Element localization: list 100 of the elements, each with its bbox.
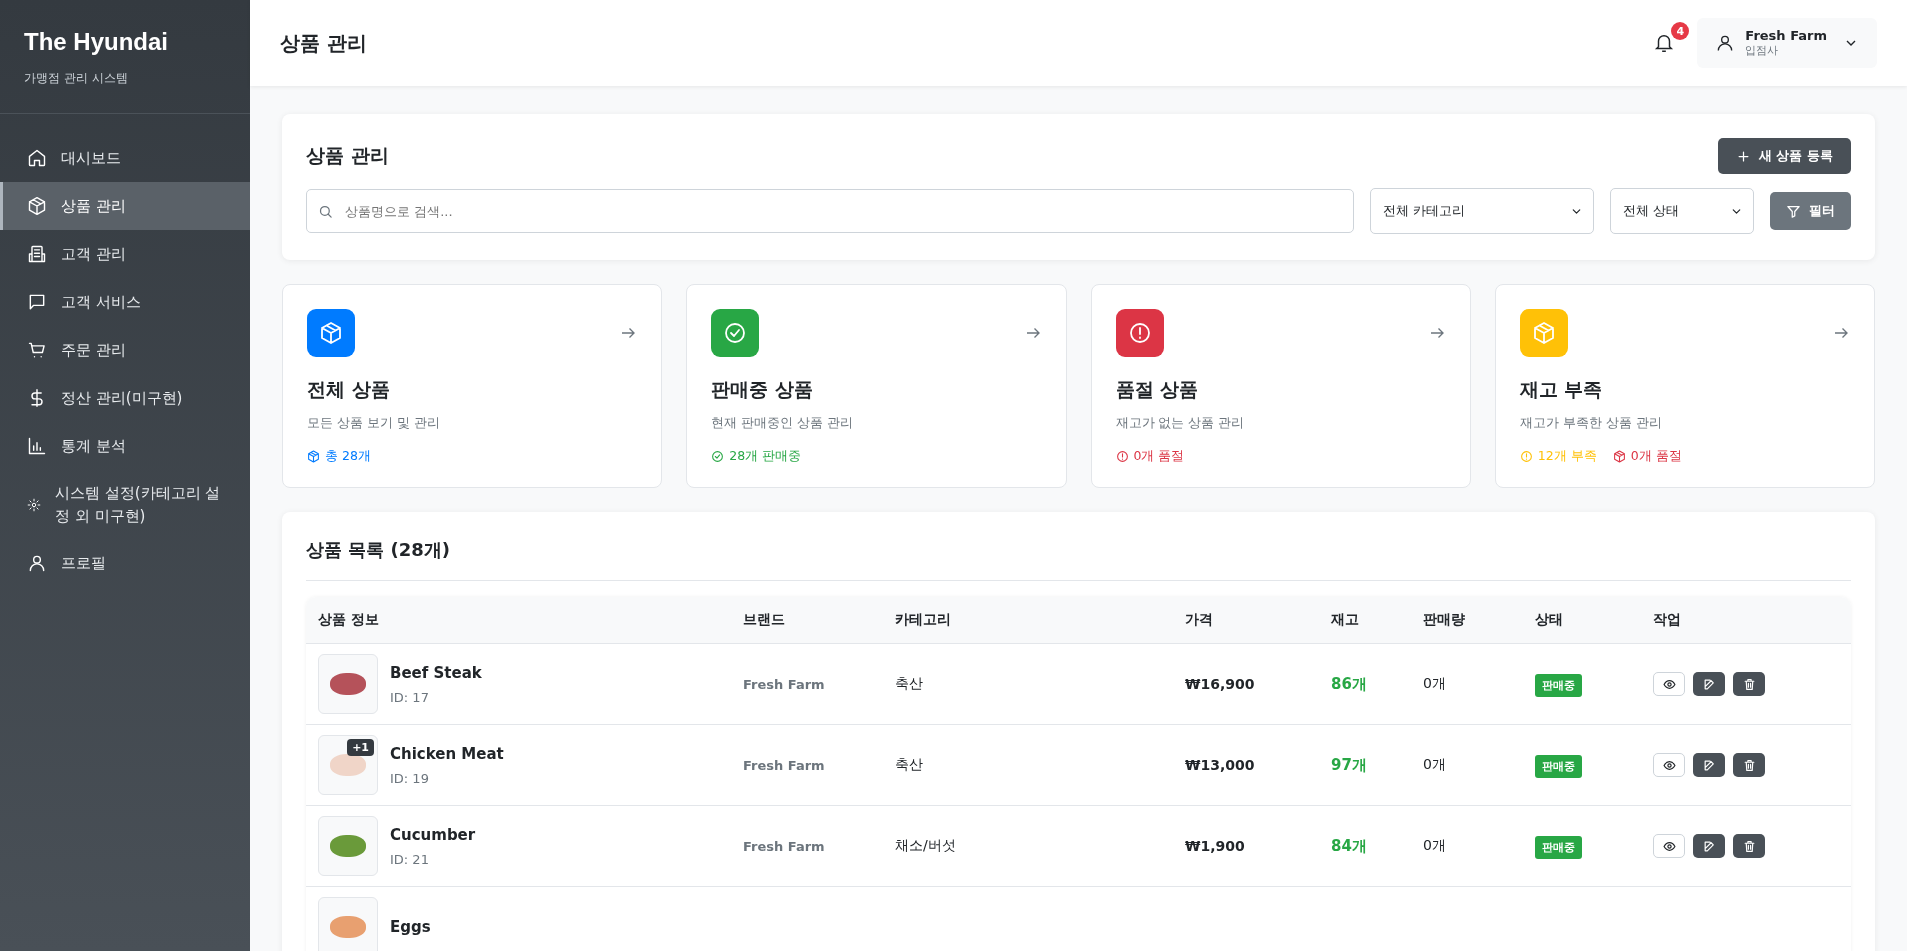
cart-icon xyxy=(27,340,47,360)
table-cell-text: 97개 xyxy=(1331,755,1368,775)
table-cell-text: 0개 xyxy=(1423,756,1447,774)
summary-card[interactable]: 전체 상품 모든 상품 보기 및 관리 총 28개 xyxy=(282,284,663,488)
user-role: 입점사 xyxy=(1745,43,1779,58)
trash-icon xyxy=(1742,758,1756,772)
table-cell-text: ₩13,000 xyxy=(1185,757,1256,773)
user-icon xyxy=(27,553,47,573)
product-id: ID: 19 xyxy=(390,770,430,786)
card-stat: 총 28개 xyxy=(307,448,371,465)
search-field[interactable]: 상품명으로 검색... xyxy=(306,189,1354,233)
edit-button[interactable] xyxy=(1693,753,1725,777)
delete-button[interactable] xyxy=(1733,672,1765,696)
nav-item[interactable]: 프로필 xyxy=(0,539,250,587)
product-id: ID: 21 xyxy=(390,851,430,867)
edit-icon xyxy=(1702,677,1716,691)
column-header: 판매량 xyxy=(1423,611,1466,629)
edit-icon xyxy=(1702,758,1716,772)
edit-icon xyxy=(1702,839,1716,853)
product-name: Cucumber xyxy=(390,825,476,844)
brand-title: The Hyundai xyxy=(24,28,169,56)
table-cell-text: 86개 xyxy=(1331,674,1368,694)
trash-icon xyxy=(1742,839,1756,853)
view-button[interactable] xyxy=(1653,753,1685,777)
alert-icon xyxy=(1519,450,1533,463)
view-button[interactable] xyxy=(1653,672,1685,696)
summary-card[interactable]: 판매중 상품 현재 판매중인 상품 관리 28개 판매중 xyxy=(686,284,1067,488)
column-header: 재고 xyxy=(1331,611,1360,629)
edit-button[interactable] xyxy=(1693,672,1725,696)
food-photo-placeholder xyxy=(330,916,366,938)
eye-icon xyxy=(1662,758,1676,772)
column-header: 상태 xyxy=(1535,611,1564,629)
table-cell-text: ₩1,900 xyxy=(1185,838,1246,854)
product-id: ID: 17 xyxy=(390,689,430,705)
view-button[interactable] xyxy=(1653,834,1685,858)
nav-item[interactable]: 고객 서비스 xyxy=(0,278,250,326)
page-title: 상품 관리 xyxy=(280,29,367,57)
table-cell-text: Fresh Farm xyxy=(743,838,826,854)
status-select[interactable]: 전체 상태 xyxy=(1610,188,1754,234)
status-badge: 판매중 xyxy=(1535,673,1582,697)
food-photo-placeholder xyxy=(330,835,366,857)
delete-button[interactable] xyxy=(1733,834,1765,858)
chart-icon xyxy=(27,436,47,456)
chat-icon xyxy=(27,292,47,312)
delete-button[interactable] xyxy=(1733,753,1765,777)
status-badge: 판매중 xyxy=(1535,835,1582,859)
home-icon xyxy=(27,148,47,168)
table-cell-text: 채소/버섯 xyxy=(895,837,957,855)
extra-images-badge: +1 xyxy=(347,739,374,756)
food-photo-placeholder xyxy=(330,673,366,695)
product-name: Eggs xyxy=(390,918,431,936)
new-product-button[interactable]: 새 상품 등록 xyxy=(1717,138,1851,174)
nav-item[interactable]: 통계 분석 xyxy=(0,422,250,470)
nav-item[interactable]: 상품 관리 xyxy=(0,182,250,230)
product-name: Chicken Meat xyxy=(390,744,504,763)
table-cell-text: 84개 xyxy=(1331,836,1368,856)
card-title: 재고 부족 xyxy=(1519,377,1604,402)
check-icon xyxy=(711,450,725,463)
table-cell-text: Fresh Farm xyxy=(743,757,826,773)
eye-icon xyxy=(1662,677,1676,691)
notification-count: 4 xyxy=(1671,22,1690,40)
edit-button[interactable] xyxy=(1693,834,1725,858)
card-stat: 0개 품절 xyxy=(1115,448,1185,465)
card-title: 판매중 상품 xyxy=(711,377,814,402)
nav-item[interactable]: 대시보드 xyxy=(0,134,250,182)
card-stat: 0개 품절 xyxy=(1612,448,1682,465)
summary-card[interactable]: 품절 상품 재고가 없는 상품 관리 0개 품절 xyxy=(1090,284,1471,488)
nav-item[interactable]: 고객 관리 xyxy=(0,230,250,278)
column-header: 상품 정보 xyxy=(318,611,380,629)
nav-item[interactable]: 시스템 설정(카테고리 설정 외 미구현) xyxy=(0,470,250,539)
table-cell-text: 0개 xyxy=(1423,675,1447,693)
product-name: Beef Steak xyxy=(390,663,482,682)
box-icon xyxy=(27,196,47,216)
alert-icon xyxy=(1115,450,1129,463)
card-description: 현재 판매중인 상품 관리 xyxy=(711,415,855,432)
nav-item[interactable]: 주문 관리 xyxy=(0,326,250,374)
box-icon xyxy=(1612,450,1626,463)
column-header: 가격 xyxy=(1185,611,1214,629)
trash-icon xyxy=(1742,677,1756,691)
card-title: 품절 상품 xyxy=(1115,377,1200,402)
user-menu[interactable]: Fresh Farm 입점사 xyxy=(1697,18,1877,68)
user-name: Fresh Farm xyxy=(1745,28,1827,43)
summary-card[interactable]: 재고 부족 재고가 부족한 상품 관리 12개 부족 0개 품절 xyxy=(1494,284,1875,488)
card-stat: 28개 판매중 xyxy=(711,448,802,465)
column-header: 작업 xyxy=(1653,611,1682,629)
table-cell-text: Fresh Farm xyxy=(743,676,826,692)
filter-icon xyxy=(1786,203,1801,219)
food-photo-placeholder xyxy=(330,754,366,776)
filter-button[interactable]: 필터 xyxy=(1770,192,1851,230)
box-icon xyxy=(307,450,320,463)
card-stat: 12개 부족 xyxy=(1519,448,1597,465)
category-select[interactable]: 전체 카테고리 xyxy=(1370,188,1594,234)
column-header: 카테고리 xyxy=(895,611,952,629)
table-cell-text: ₩16,900 xyxy=(1185,676,1256,692)
column-header: 브랜드 xyxy=(743,611,786,629)
section-title: 상품 관리 xyxy=(306,143,389,168)
card-description: 재고가 부족한 상품 관리 xyxy=(1519,415,1663,432)
status-badge: 판매중 xyxy=(1535,754,1582,778)
nav-item[interactable]: 정산 관리(미구현) xyxy=(0,374,250,422)
eye-icon xyxy=(1662,839,1676,853)
